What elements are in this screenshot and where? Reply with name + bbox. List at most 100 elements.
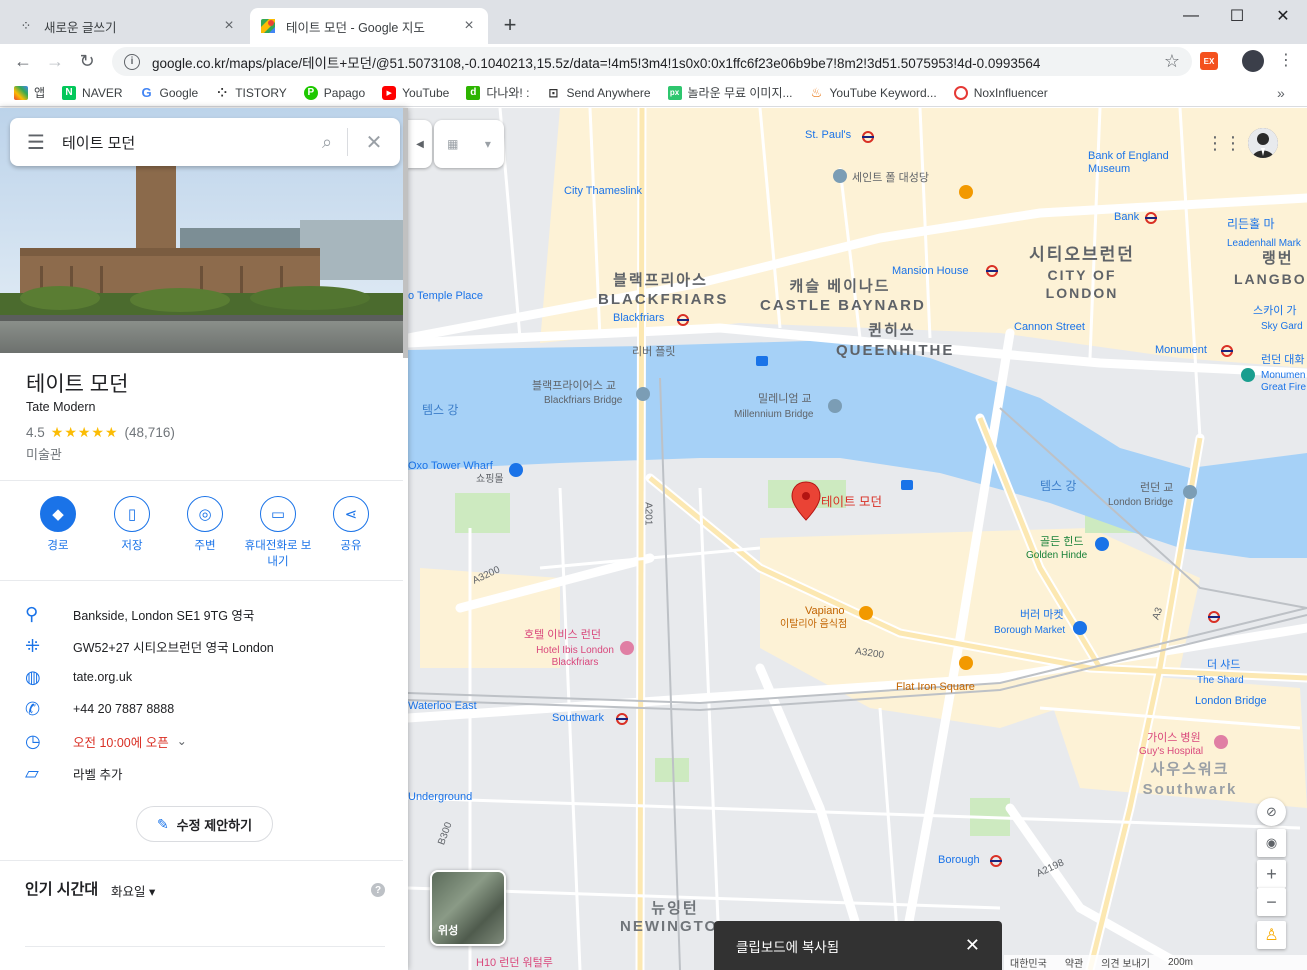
location-pin-icon: ⚲ <box>25 603 39 624</box>
directions-icon: ◆ <box>40 496 76 532</box>
minimize-button[interactable]: — <box>1168 2 1214 30</box>
bookmark-noxinfluencer[interactable]: NoxInfluencer <box>953 85 1048 100</box>
nearby-button[interactable]: ◎ 주변 <box>167 496 243 555</box>
bookmark-star-icon[interactable]: ☆ <box>1164 51 1180 72</box>
divider <box>0 580 403 581</box>
send-to-phone-button[interactable]: ▭ 휴대전화로 보내기 <box>240 496 316 570</box>
profile-avatar[interactable] <box>1242 50 1264 72</box>
bookmark-send-anywhere[interactable]: ⊡ Send Anywhere <box>546 86 650 100</box>
bookmark-danawa[interactable]: d 다나와! : <box>466 84 529 101</box>
send-to-phone-icon: ▭ <box>260 496 296 532</box>
papago-icon: P <box>303 85 318 100</box>
compass-icon[interactable]: ⊘ <box>1257 798 1286 826</box>
pixabay-icon: px <box>667 85 682 100</box>
directions-button[interactable]: ◆ 경로 <box>20 496 96 555</box>
divider <box>0 480 403 481</box>
search-icon[interactable]: ⌕ <box>307 132 347 153</box>
search-input[interactable]: 테이트 모던 <box>62 132 307 153</box>
my-location-icon[interactable]: ◉ <box>1257 829 1286 857</box>
suggest-edit-label: 수정 제안하기 <box>176 817 253 833</box>
share-button[interactable]: ⋖ 공유 <box>313 496 389 555</box>
panel-scrollbar[interactable] <box>403 108 408 358</box>
new-tab-button[interactable]: + <box>498 12 522 38</box>
reload-button[interactable]: ↻ <box>74 48 100 74</box>
close-tab-icon[interactable]: × <box>220 17 238 35</box>
toast-message: 클립보드에 복사됨 <box>736 939 840 955</box>
clear-search-icon[interactable]: ✕ <box>348 130 400 155</box>
hours-row[interactable]: ◷ 오전 10:00에 오픈 ⌄ <box>0 726 403 756</box>
popular-day-select[interactable]: 화요일 ▾ <box>111 881 155 900</box>
tab-google-maps[interactable]: 테이트 모던 - Google 지도 × <box>250 8 488 44</box>
close-icon[interactable]: ✕ <box>965 935 980 956</box>
close-window-button[interactable]: ✕ <box>1260 2 1306 30</box>
back-button[interactable]: ← <box>10 48 36 74</box>
site-info-icon[interactable]: i <box>124 53 140 70</box>
help-icon[interactable]: ? <box>371 883 385 897</box>
footer-region[interactable]: 대한민국 <box>1010 955 1047 970</box>
bookmark-apps[interactable]: 앱 <box>14 84 45 101</box>
danawa-icon: d <box>466 85 481 100</box>
bookmark-youtube-keyword[interactable]: ♨ YouTube Keyword... <box>810 85 937 100</box>
bookmark-naver[interactable]: N NAVER <box>62 85 123 100</box>
satellite-toggle[interactable]: 위성 <box>430 870 506 946</box>
rating-row: 4.5 ★★★★★ (48,716) <box>26 424 175 441</box>
layers-button[interactable]: ▦ ▾ <box>434 120 504 168</box>
plus-code-row[interactable]: ⁜ GW52+27 시티오브런던 영국 London <box>0 631 403 661</box>
action-label: 휴대전화로 보내기 <box>244 540 312 568</box>
hotel-marker-icon <box>620 641 634 655</box>
tab-strip: ⁘ 새로운 글쓰기 × 테이트 모던 - Google 지도 × + — ☐ ✕ <box>0 0 1307 44</box>
place-category[interactable]: 미술관 <box>26 444 62 463</box>
address-row[interactable]: ⚲ Bankside, London SE1 9TG 영국 <box>0 599 403 629</box>
tate-modern-pin-icon <box>791 481 821 521</box>
tab-new-post[interactable]: ⁘ 새로운 글쓰기 × <box>8 8 248 44</box>
extension-icon[interactable]: EX <box>1200 52 1218 70</box>
zoom-out-button[interactable]: − <box>1257 888 1286 916</box>
address-text: Bankside, London SE1 9TG 영국 <box>73 608 255 623</box>
phone-row[interactable]: ✆ +44 20 7887 8888 <box>0 694 403 724</box>
footer-feedback[interactable]: 의견 보내기 <box>1101 955 1150 970</box>
bookmark-youtube[interactable]: ▶ YouTube <box>382 85 449 100</box>
browser-menu-icon[interactable]: ⋮ <box>1278 50 1294 70</box>
website-row[interactable]: ◍ tate.org.uk <box>0 662 403 692</box>
footer-scale[interactable]: 200m <box>1168 957 1193 968</box>
bookmark-tistory[interactable]: ⁘ TISTORY <box>215 86 287 100</box>
tab-title: 테이트 모던 - Google 지도 <box>286 20 425 35</box>
bookmarks-bar: 앱 N NAVER G Google ⁘ TISTORY P Papago ▶ YouTu… <box>0 79 1307 107</box>
bookmark-icon: ▯ <box>114 496 150 532</box>
add-label-row[interactable]: ▱ 라벨 추가 <box>0 758 403 788</box>
bookmark-pixabay[interactable]: px 놀라운 무료 이미지... <box>667 84 793 101</box>
collapse-panel-button[interactable]: ◀ <box>408 120 432 168</box>
google-icon: G <box>141 85 152 100</box>
add-label-text: 라벨 추가 <box>73 767 123 782</box>
pegman-icon[interactable]: ♙ <box>1257 921 1286 949</box>
bookmarks-more-icon[interactable]: » <box>1277 85 1285 101</box>
market-marker-icon <box>1073 621 1087 635</box>
search-box[interactable]: ☰ 테이트 모던 ⌕ ✕ <box>10 118 400 166</box>
forward-button[interactable]: → <box>42 48 68 74</box>
maximize-button[interactable]: ☐ <box>1214 2 1260 30</box>
phone-icon: ✆ <box>25 698 41 719</box>
close-tab-icon[interactable]: × <box>460 17 478 35</box>
noxinfluencer-icon <box>953 85 968 100</box>
tab-title: 새로운 글쓰기 <box>44 20 117 35</box>
chevron-down-icon[interactable]: ⌄ <box>177 734 187 748</box>
tistory-icon: ⁘ <box>20 18 32 33</box>
ferry-marker-icon <box>756 356 768 366</box>
bookmark-papago[interactable]: P Papago <box>303 85 365 100</box>
apps-grid-icon <box>14 85 28 100</box>
review-count[interactable]: (48,716) <box>125 425 175 440</box>
google-apps-icon[interactable]: ⋮⋮ <box>1206 133 1242 153</box>
bridge-marker-icon <box>636 387 650 401</box>
footer-terms[interactable]: 약관 <box>1065 955 1083 970</box>
menu-icon[interactable]: ☰ <box>10 130 62 155</box>
save-button[interactable]: ▯ 저장 <box>94 496 170 555</box>
zoom-in-button[interactable]: + <box>1257 860 1286 888</box>
suggest-edit-button[interactable]: ✎ 수정 제안하기 <box>136 806 273 842</box>
bookmark-google[interactable]: G Google <box>140 85 198 100</box>
museum-marker-icon <box>1095 537 1109 551</box>
address-bar[interactable]: i google.co.kr/maps/place/테이트+모던/@51.507… <box>112 47 1192 76</box>
action-label: 저장 <box>121 540 143 552</box>
naver-icon: N <box>62 85 77 100</box>
account-avatar[interactable] <box>1248 128 1278 158</box>
website-text: tate.org.uk <box>73 670 133 684</box>
